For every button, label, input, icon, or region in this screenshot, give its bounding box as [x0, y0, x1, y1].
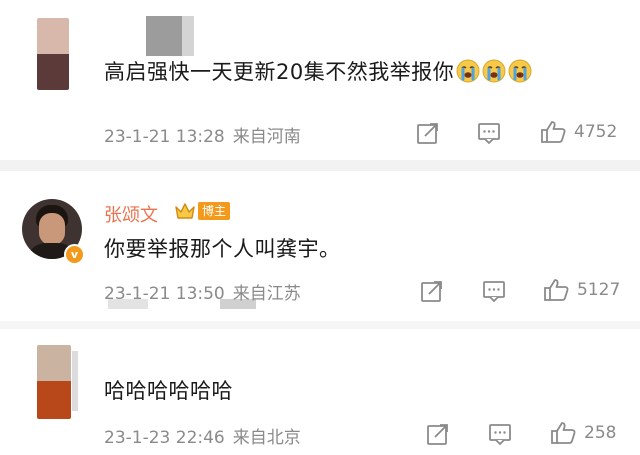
comment-meta: 23-1-21 13:28 来自河南	[104, 122, 301, 147]
like-count: 258	[584, 423, 617, 443]
comment-location: 来自江苏	[232, 284, 301, 304]
comment-1: 高启强快一天更新20集不然我举报你 23-1-21 13:28 来自河南 4752	[0, 0, 640, 160]
share-icon	[427, 424, 448, 445]
comment-location: 来自北京	[232, 428, 301, 448]
comment-2: v 张颂文 博主 你要举报那个人叫龚宇。 23-1-21 13:50 来自江苏 5…	[0, 171, 640, 321]
badge-label: 博主	[198, 202, 231, 220]
thumbs-up-icon	[551, 422, 576, 444]
blurred-username-edge	[182, 16, 194, 56]
like-count: 4752	[574, 122, 618, 142]
comment-icon	[483, 281, 505, 302]
share-button[interactable]	[416, 121, 440, 145]
crying-face-icon	[507, 58, 533, 84]
comment-date: 23-1-23 22:46	[104, 428, 225, 448]
comment-text: 高启强快一天更新20集不然我举报你	[104, 56, 533, 86]
like-count: 5127	[577, 280, 621, 300]
thumbs-up-icon	[541, 121, 566, 143]
avatar[interactable]	[37, 18, 69, 90]
avatar[interactable]	[37, 345, 71, 419]
comment-text: 你要举报那个人叫龚宇。	[104, 237, 341, 261]
comment-meta: 23-1-23 22:46 来自北京	[104, 423, 301, 448]
comment-icon	[478, 123, 500, 144]
share-button[interactable]	[420, 279, 444, 303]
comment-date: 23-1-21 13:28	[104, 127, 225, 147]
comment-3: 哈哈哈哈哈哈 23-1-23 22:46 来自北京 258	[0, 329, 640, 455]
share-icon	[421, 281, 442, 302]
share-button[interactable]	[426, 422, 450, 446]
username[interactable]: 张颂文	[104, 201, 158, 227]
comment-date: 23-1-21 13:50	[104, 284, 225, 304]
crying-face-icon	[481, 58, 507, 84]
comment-meta: 23-1-21 13:50 来自江苏	[104, 279, 301, 304]
verified-icon: v	[64, 244, 85, 265]
share-icon	[417, 123, 438, 144]
blogger-badge: 博主	[174, 201, 231, 221]
like-button[interactable]: 5127	[543, 277, 620, 303]
comment-icon	[489, 424, 511, 445]
crying-face-icon	[455, 58, 481, 84]
separator	[0, 160, 640, 171]
reply-button[interactable]	[488, 422, 512, 446]
comment-location: 来自河南	[232, 127, 301, 147]
like-button[interactable]: 258	[550, 420, 616, 446]
thumbs-up-icon	[544, 279, 569, 301]
comment-text: 哈哈哈哈哈哈	[104, 379, 233, 403]
blurred-username	[72, 351, 78, 411]
crown-icon	[175, 203, 195, 219]
blurred-username	[146, 16, 182, 56]
reply-button[interactable]	[482, 279, 506, 303]
reply-button[interactable]	[477, 121, 501, 145]
like-button[interactable]: 4752	[540, 119, 617, 145]
separator	[0, 321, 640, 329]
